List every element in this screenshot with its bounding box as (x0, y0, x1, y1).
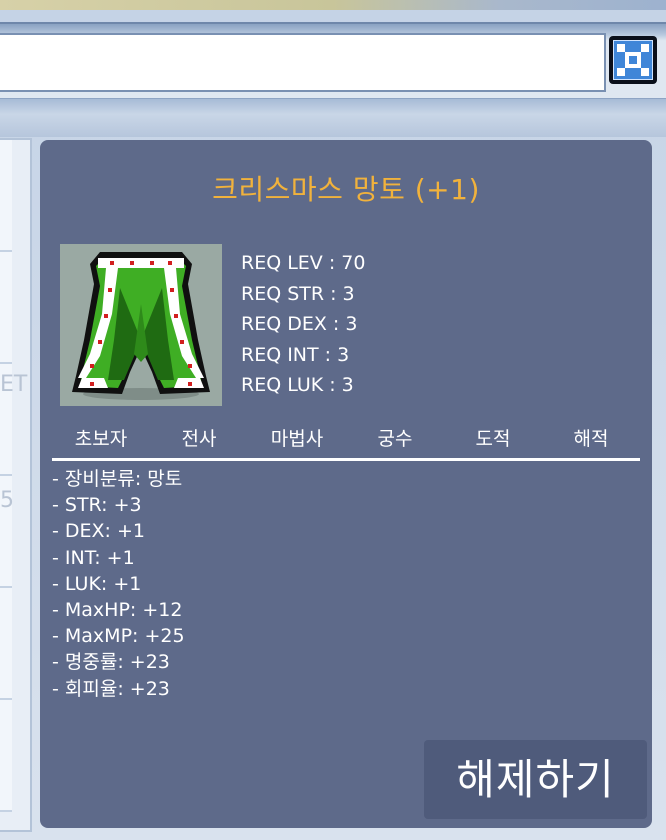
stat-category: - 장비분류: 망토 (52, 468, 183, 490)
divider (52, 458, 640, 461)
header-band (0, 98, 666, 137)
stat-luk: - LUK: +1 (52, 572, 142, 595)
job-beginner: 초보자 (74, 428, 128, 450)
title-input-field[interactable] (0, 33, 606, 92)
green-cape-icon (72, 252, 210, 400)
background-strip (0, 0, 666, 10)
req-dex: REQ DEX : 3 (241, 313, 358, 335)
left-panel-row[interactable] (0, 588, 12, 700)
left-panel-row[interactable] (0, 252, 12, 364)
stat-int: - INT: +1 (52, 546, 135, 569)
left-panel-row[interactable] (0, 700, 12, 812)
stat-maxhp: - MaxHP: +12 (52, 598, 183, 621)
item-icon-frame (60, 244, 222, 406)
stat-avoidability: - 회피율: +23 (52, 677, 170, 700)
requirements-list: REQ LEV : 70 REQ STR : 3 REQ DEX : 3 REQ… (241, 248, 365, 401)
req-int: REQ INT : 3 (241, 343, 350, 366)
req-str: REQ STR : 3 (241, 282, 355, 305)
close-button[interactable] (609, 36, 657, 84)
left-panel-row[interactable] (0, 140, 12, 252)
req-level: REQ LEV : 70 (241, 252, 366, 274)
job-thief: 도적 (475, 428, 511, 450)
stat-dex: - DEX: +1 (52, 520, 145, 543)
job-pirate: 해적 (573, 428, 609, 450)
faint-label: ET (0, 372, 28, 397)
faint-label: 5 (0, 488, 14, 513)
close-icon (613, 40, 653, 80)
stat-str: - STR: +3 (52, 494, 142, 517)
stat-maxmp: - MaxMP: +25 (52, 625, 185, 648)
unequip-button[interactable]: 해제하기 (424, 740, 647, 819)
job-list: 초보자 전사 마법사 궁수 도적 해적 (50, 424, 640, 452)
item-title: 크리스마스 망토 (+1) (212, 173, 480, 206)
item-tooltip: 크리스마스 망토 (+1) REQ LEV: 70 REQ STR: 3 R… (40, 140, 652, 828)
job-archer: 궁수 (377, 428, 413, 450)
stat-accuracy: - 명중률: +23 (52, 651, 170, 674)
stat-list: - 장비분류: 망토 - STR: +3 - DEX: +1 - INT: +1… (52, 466, 185, 702)
req-luk: REQ LUK : 3 (241, 374, 354, 396)
left-panel: ET 5 (0, 138, 32, 832)
job-warrior: 전사 (181, 428, 217, 450)
job-magician: 마법사 (270, 428, 324, 450)
